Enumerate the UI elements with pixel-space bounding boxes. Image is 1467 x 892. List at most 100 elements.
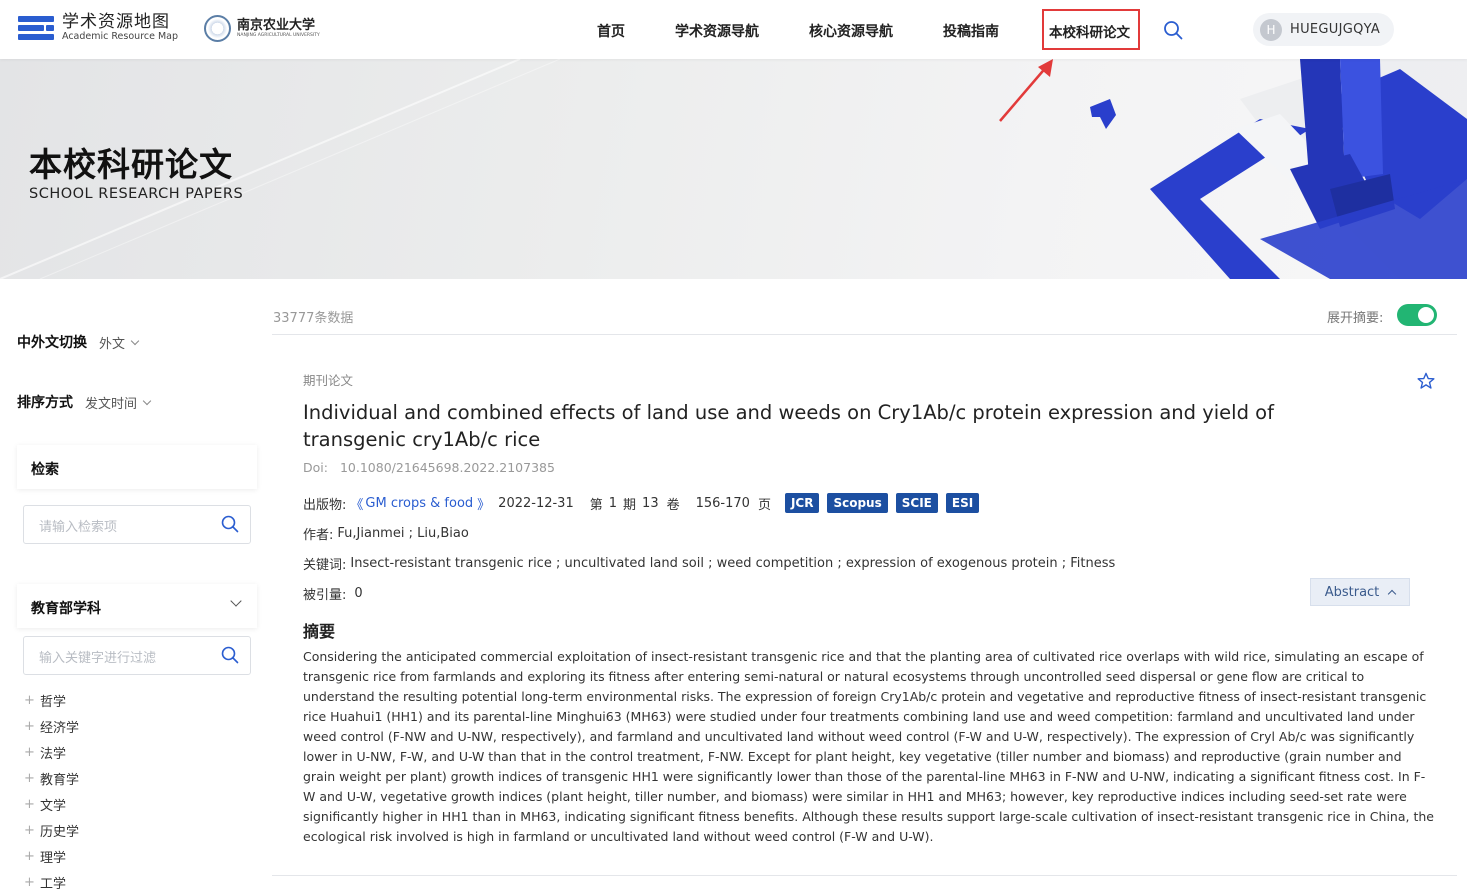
doi-value[interactable]: 10.1080/21645698.2022.2107385 bbox=[340, 460, 555, 475]
language-switch-label: 中外文切换 bbox=[17, 335, 87, 351]
university-name-cn: 南京农业大学 bbox=[237, 18, 316, 33]
nav-submission-guide[interactable]: 投稿指南 bbox=[943, 21, 999, 41]
logo-icon bbox=[18, 14, 54, 42]
filter-sidebar: 中外文切换 外文 排序方式 发文时间 检索 请输入检索项 教育部学科 输入关键字… bbox=[0, 279, 272, 892]
abstract-toggle[interactable] bbox=[1397, 304, 1437, 326]
keywords-label: 关键词: bbox=[303, 558, 347, 573]
discipline-filter-placeholder: 输入关键字进行过滤 bbox=[39, 651, 157, 666]
university-seal-icon bbox=[204, 15, 231, 42]
pages-suffix: 页 bbox=[757, 497, 771, 513]
nav-academic-resources[interactable]: 学术资源导航 bbox=[675, 21, 759, 41]
discipline-panel-title: 教育部学科 bbox=[31, 601, 101, 617]
paper-type: 期刊论文 bbox=[303, 373, 354, 388]
discipline-label: 工学 bbox=[40, 877, 67, 892]
volume-suffix: 卷 bbox=[666, 497, 680, 513]
discipline-filter-input[interactable]: 输入关键字进行过滤 bbox=[23, 636, 251, 675]
publication-label: 出版物: bbox=[303, 497, 347, 513]
abstract-toggle-label: 展开摘要: bbox=[1327, 311, 1384, 326]
expand-plus-icon[interactable]: + bbox=[24, 719, 40, 734]
chevron-down-icon bbox=[142, 396, 152, 405]
divider bbox=[272, 875, 1457, 876]
search-input-placeholder: 请输入检索项 bbox=[39, 520, 118, 535]
search-icon[interactable] bbox=[221, 646, 239, 664]
site-logo[interactable]: 学术资源地图 Academic Resource Map bbox=[18, 13, 178, 43]
discipline-label: 理学 bbox=[40, 851, 67, 866]
paper-title[interactable]: Individual and combined effects of land … bbox=[303, 399, 1343, 453]
divider bbox=[272, 334, 1457, 335]
university-logo[interactable]: 南京农业大学 NANJING AGRICULTURAL UNIVERSITY bbox=[204, 15, 320, 42]
search-input[interactable]: 请输入检索项 bbox=[23, 505, 251, 544]
language-switch-value[interactable]: 外文 bbox=[99, 333, 125, 352]
expand-plus-icon[interactable]: + bbox=[24, 797, 40, 812]
university-name-en: NANJING AGRICULTURAL UNIVERSITY bbox=[237, 33, 320, 38]
chevron-down-icon bbox=[230, 595, 242, 607]
paper-doi: Doi: 10.1080/21645698.2022.2107385 bbox=[303, 460, 555, 475]
search-panel-header: 检索 bbox=[17, 445, 257, 489]
journal-link[interactable]: GM crops & food bbox=[365, 496, 473, 511]
active-nav-highlight bbox=[1042, 9, 1140, 50]
discipline-item[interactable]: + 法学 bbox=[24, 743, 66, 762]
abstract-button-label: Abstract bbox=[1324, 584, 1380, 600]
discipline-label: 历史学 bbox=[40, 825, 80, 840]
tag-scie: SCIE bbox=[895, 493, 938, 513]
publication-row: 出版物: 《 GM crops & food 》 2022-12-31 第 1 … bbox=[303, 493, 987, 513]
search-icon[interactable] bbox=[221, 515, 239, 533]
logo-title-en: Academic Resource Map bbox=[62, 31, 179, 42]
discipline-label: 经济学 bbox=[40, 721, 80, 736]
expand-plus-icon[interactable]: + bbox=[24, 771, 40, 786]
results-area: 33777条数据 展开摘要: 期刊论文 Individual and combi… bbox=[272, 279, 1467, 878]
discipline-label: 文学 bbox=[40, 799, 67, 814]
tag-jcr: JCR bbox=[784, 493, 820, 513]
user-menu[interactable]: H HUEGUJGQYA bbox=[1253, 13, 1394, 46]
nav-core-resources[interactable]: 核心资源导航 bbox=[809, 21, 893, 41]
sort-value[interactable]: 发文时间 bbox=[85, 393, 137, 412]
discipline-panel-header[interactable]: 教育部学科 bbox=[17, 584, 257, 628]
sort-selector[interactable]: 排序方式 发文时间 bbox=[17, 392, 152, 412]
journal-close-bracket: 》 bbox=[477, 497, 491, 513]
expand-plus-icon[interactable]: + bbox=[24, 849, 40, 864]
page-subtitle: SCHOOL RESEARCH PAPERS bbox=[29, 186, 244, 202]
publish-date: 2022-12-31 bbox=[498, 495, 574, 511]
expand-plus-icon[interactable]: + bbox=[24, 875, 40, 890]
authors-value[interactable]: Fu,Jianmei ; Liu,Biao bbox=[337, 526, 468, 541]
issue-prefix: 第 bbox=[589, 497, 603, 513]
page-title: 本校科研论文 bbox=[29, 145, 233, 184]
keywords-value: Insect-resistant transgenic rice ; uncul… bbox=[350, 556, 1116, 571]
result-count: 33777条数据 bbox=[273, 311, 354, 326]
abstract-text: Considering the anticipated commercial e… bbox=[303, 649, 1434, 844]
abstract-collapse-button[interactable]: Abstract bbox=[1310, 578, 1410, 606]
chevron-up-icon bbox=[1388, 589, 1397, 599]
discipline-item[interactable]: + 工学 bbox=[24, 873, 66, 892]
page-banner: 本校科研论文 SCHOOL RESEARCH PAPERS bbox=[0, 59, 1467, 279]
discipline-item[interactable]: + 教育学 bbox=[24, 769, 79, 788]
authors-row: 作者: Fu,Jianmei ; Liu,Biao bbox=[303, 524, 469, 543]
search-icon[interactable] bbox=[1163, 20, 1183, 40]
citations-value: 0 bbox=[354, 586, 363, 601]
top-header: 学术资源地图 Academic Resource Map 南京农业大学 NANJ… bbox=[0, 0, 1467, 59]
red-arrow-annotation bbox=[999, 59, 1053, 122]
favorite-star-icon[interactable] bbox=[1417, 372, 1435, 390]
sort-label: 排序方式 bbox=[17, 395, 73, 411]
expand-plus-icon[interactable]: + bbox=[24, 823, 40, 838]
chevron-down-icon bbox=[130, 336, 140, 345]
issue-number: 1 bbox=[608, 495, 618, 511]
user-name: HUEGUJGQYA bbox=[1290, 22, 1381, 37]
volume-number: 13 bbox=[642, 495, 659, 511]
discipline-label: 教育学 bbox=[40, 773, 80, 788]
discipline-item[interactable]: + 理学 bbox=[24, 847, 66, 866]
expand-plus-icon[interactable]: + bbox=[24, 693, 40, 708]
discipline-item[interactable]: + 历史学 bbox=[24, 821, 79, 840]
expand-plus-icon[interactable]: + bbox=[24, 745, 40, 760]
journal-open-bracket: 《 bbox=[350, 497, 364, 513]
keywords-row: 关键词: Insect-resistant transgenic rice ; … bbox=[303, 554, 1115, 573]
citations-label: 被引量: bbox=[303, 588, 347, 603]
nav-home[interactable]: 首页 bbox=[597, 21, 625, 41]
discipline-item[interactable]: + 经济学 bbox=[24, 717, 79, 736]
discipline-item[interactable]: + 文学 bbox=[24, 795, 66, 814]
tag-scopus: Scopus bbox=[827, 493, 888, 513]
citations-row: 被引量: 0 bbox=[303, 584, 363, 603]
discipline-item[interactable]: + 哲学 bbox=[24, 691, 66, 710]
abstract-heading: 摘要 bbox=[303, 622, 336, 641]
tag-esi: ESI bbox=[945, 493, 980, 513]
language-switch[interactable]: 中外文切换 外文 bbox=[17, 332, 140, 352]
